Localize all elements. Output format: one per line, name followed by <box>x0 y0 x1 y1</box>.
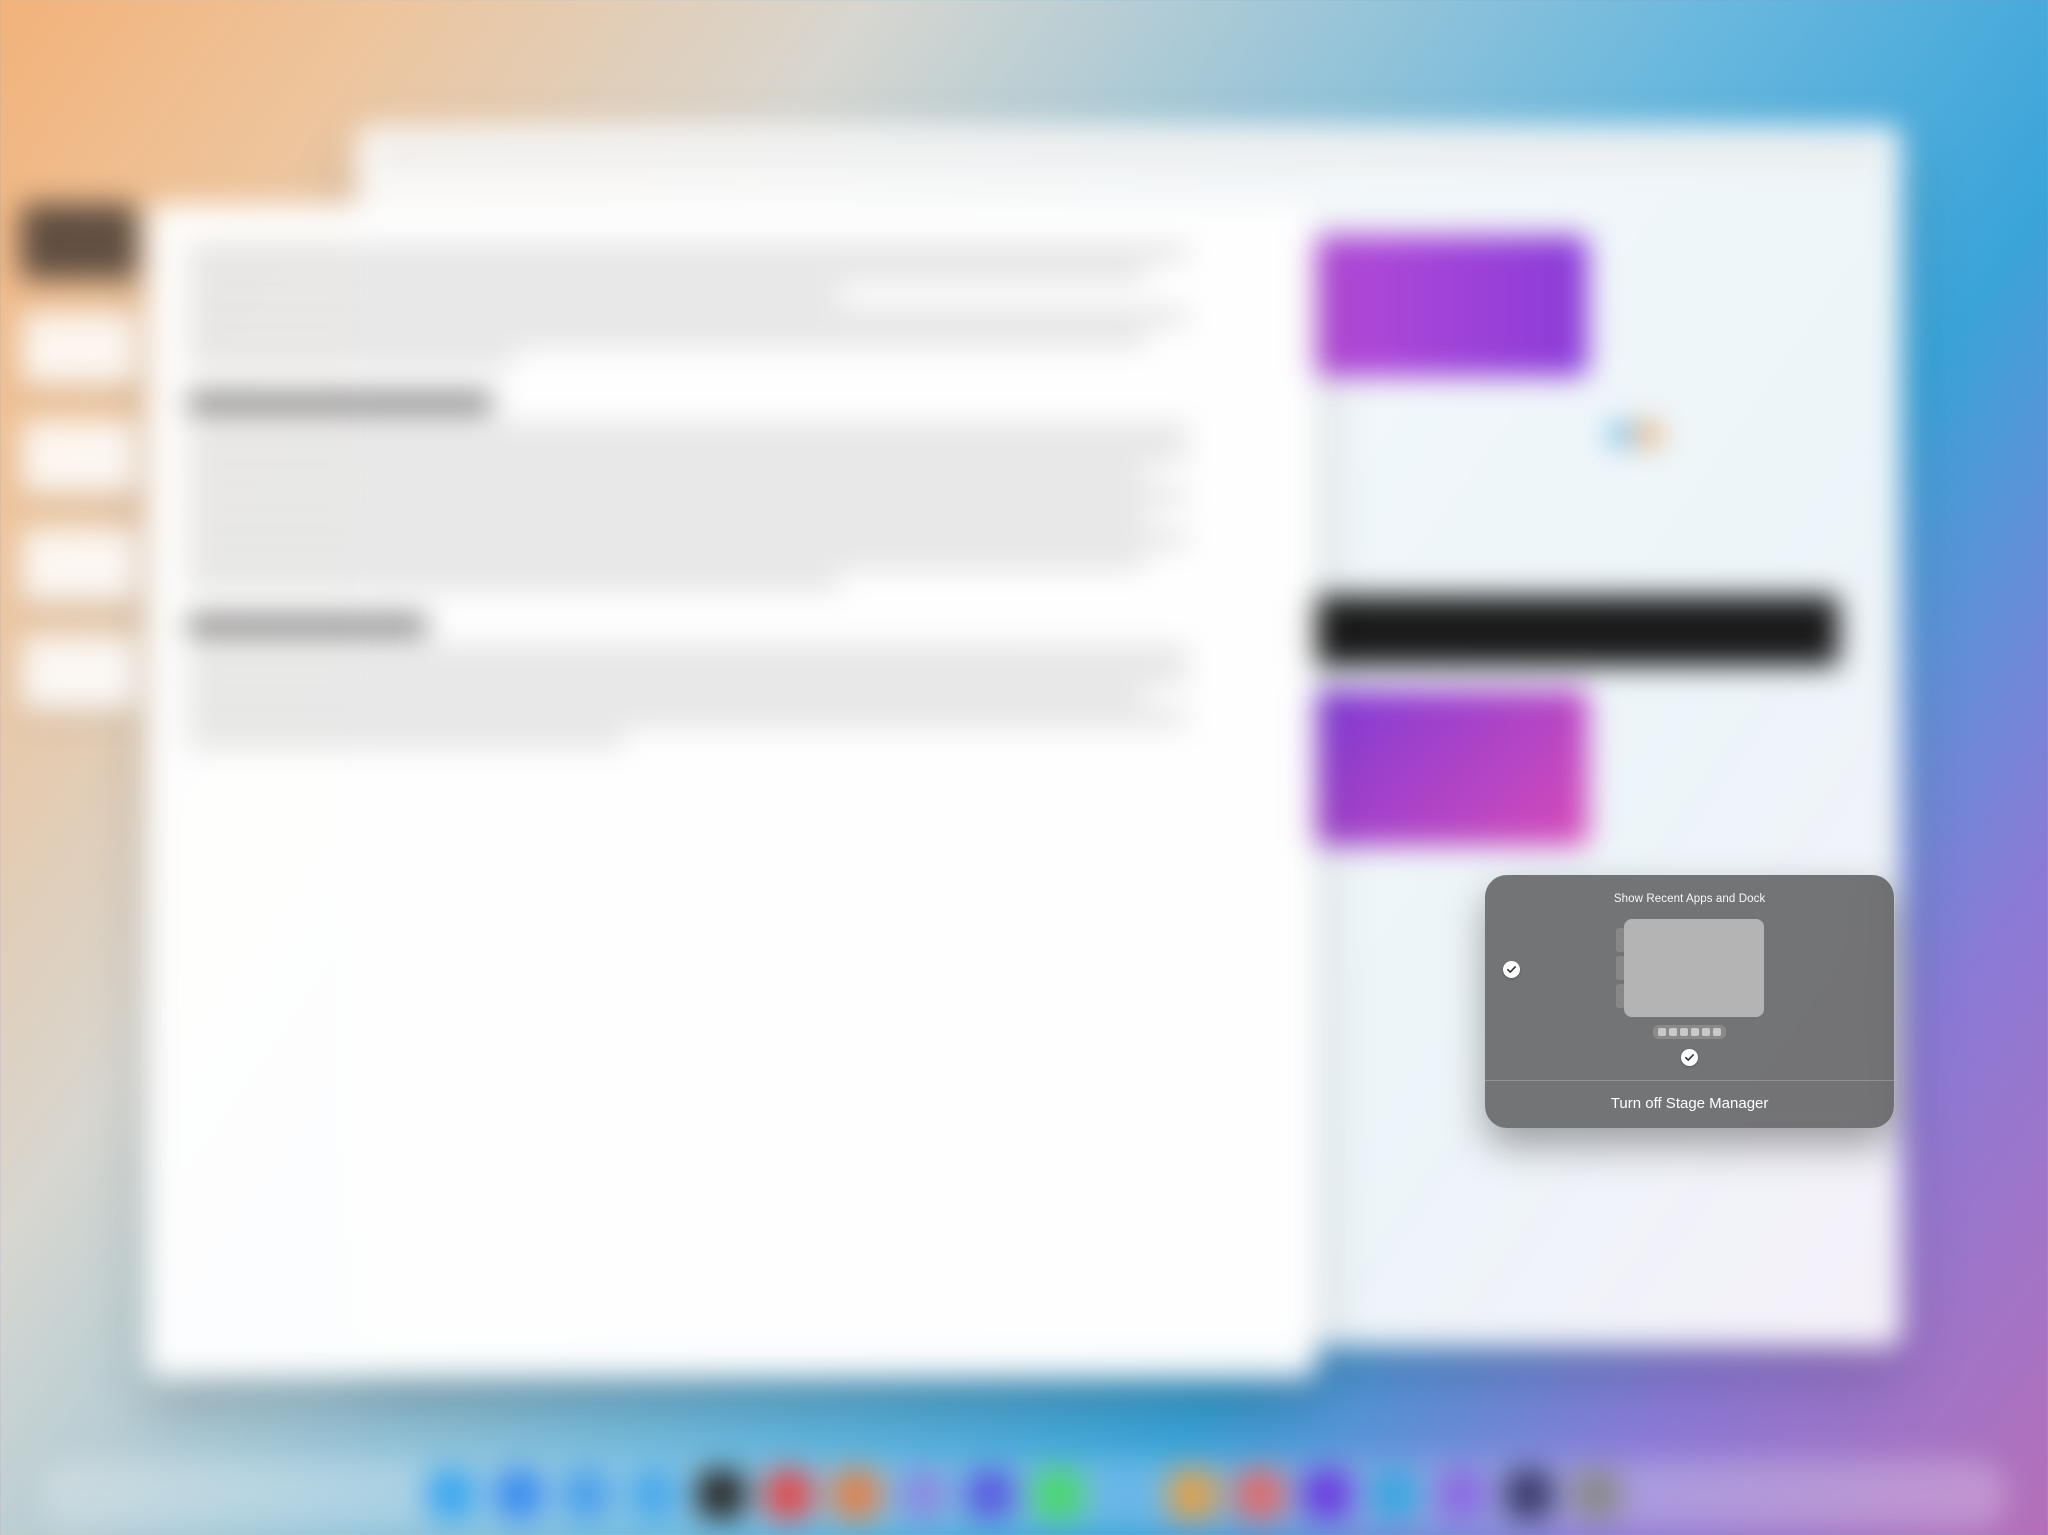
dock-app-music[interactable] <box>764 1469 813 1518</box>
dock-app-app3[interactable] <box>1504 1469 1553 1518</box>
dock-app-freeform[interactable] <box>1235 1469 1284 1518</box>
dock-app-reminders[interactable] <box>831 1469 880 1518</box>
stage-manager-recent-strip <box>21 204 136 710</box>
dock-app-icloud[interactable] <box>1101 1469 1150 1518</box>
turn-off-stage-manager-button[interactable]: Turn off Stage Manager <box>1499 1081 1881 1128</box>
blurred-background <box>0 0 2048 1535</box>
bg-window-document <box>147 204 1317 1378</box>
dock-app-mail[interactable] <box>495 1469 544 1518</box>
dock-app-notes[interactable] <box>966 1469 1015 1518</box>
popup-preview[interactable] <box>1616 919 1764 1066</box>
preview-main-window <box>1624 919 1764 1017</box>
dock-app-messages[interactable] <box>1033 1469 1082 1518</box>
dock <box>42 1459 2006 1528</box>
dock-app-files[interactable] <box>562 1469 611 1518</box>
dock-app-calendar[interactable] <box>629 1469 678 1518</box>
dock-app-clock[interactable] <box>697 1469 746 1518</box>
bg-toolbar <box>376 141 1880 168</box>
dock-app-photos[interactable] <box>1168 1469 1217 1518</box>
bg-thumbnail <box>1296 689 1588 846</box>
bg-video-bar <box>1296 595 1839 665</box>
popup-preview-row <box>1499 919 1881 1066</box>
popup-title: Show Recent Apps and Dock <box>1614 893 1765 905</box>
dock-app-settings[interactable] <box>1572 1469 1621 1518</box>
dock-app-app2[interactable] <box>1437 1469 1486 1518</box>
dock-app-contacts[interactable] <box>899 1469 948 1518</box>
bg-social-icons <box>1609 423 1660 445</box>
bg-ad-banner <box>1296 235 1588 376</box>
dock-app-telegram[interactable] <box>1370 1469 1419 1518</box>
dock-app-safari[interactable] <box>427 1469 476 1518</box>
dock-toggle-check[interactable] <box>1681 1049 1698 1066</box>
recent-apps-toggle-check[interactable] <box>1503 961 1520 978</box>
dock-app-podcasts[interactable] <box>1302 1469 1351 1518</box>
preview-dock <box>1653 1025 1726 1039</box>
stage-manager-popup: Show Recent Apps and Dock Turn off Stage… <box>1485 875 1895 1128</box>
